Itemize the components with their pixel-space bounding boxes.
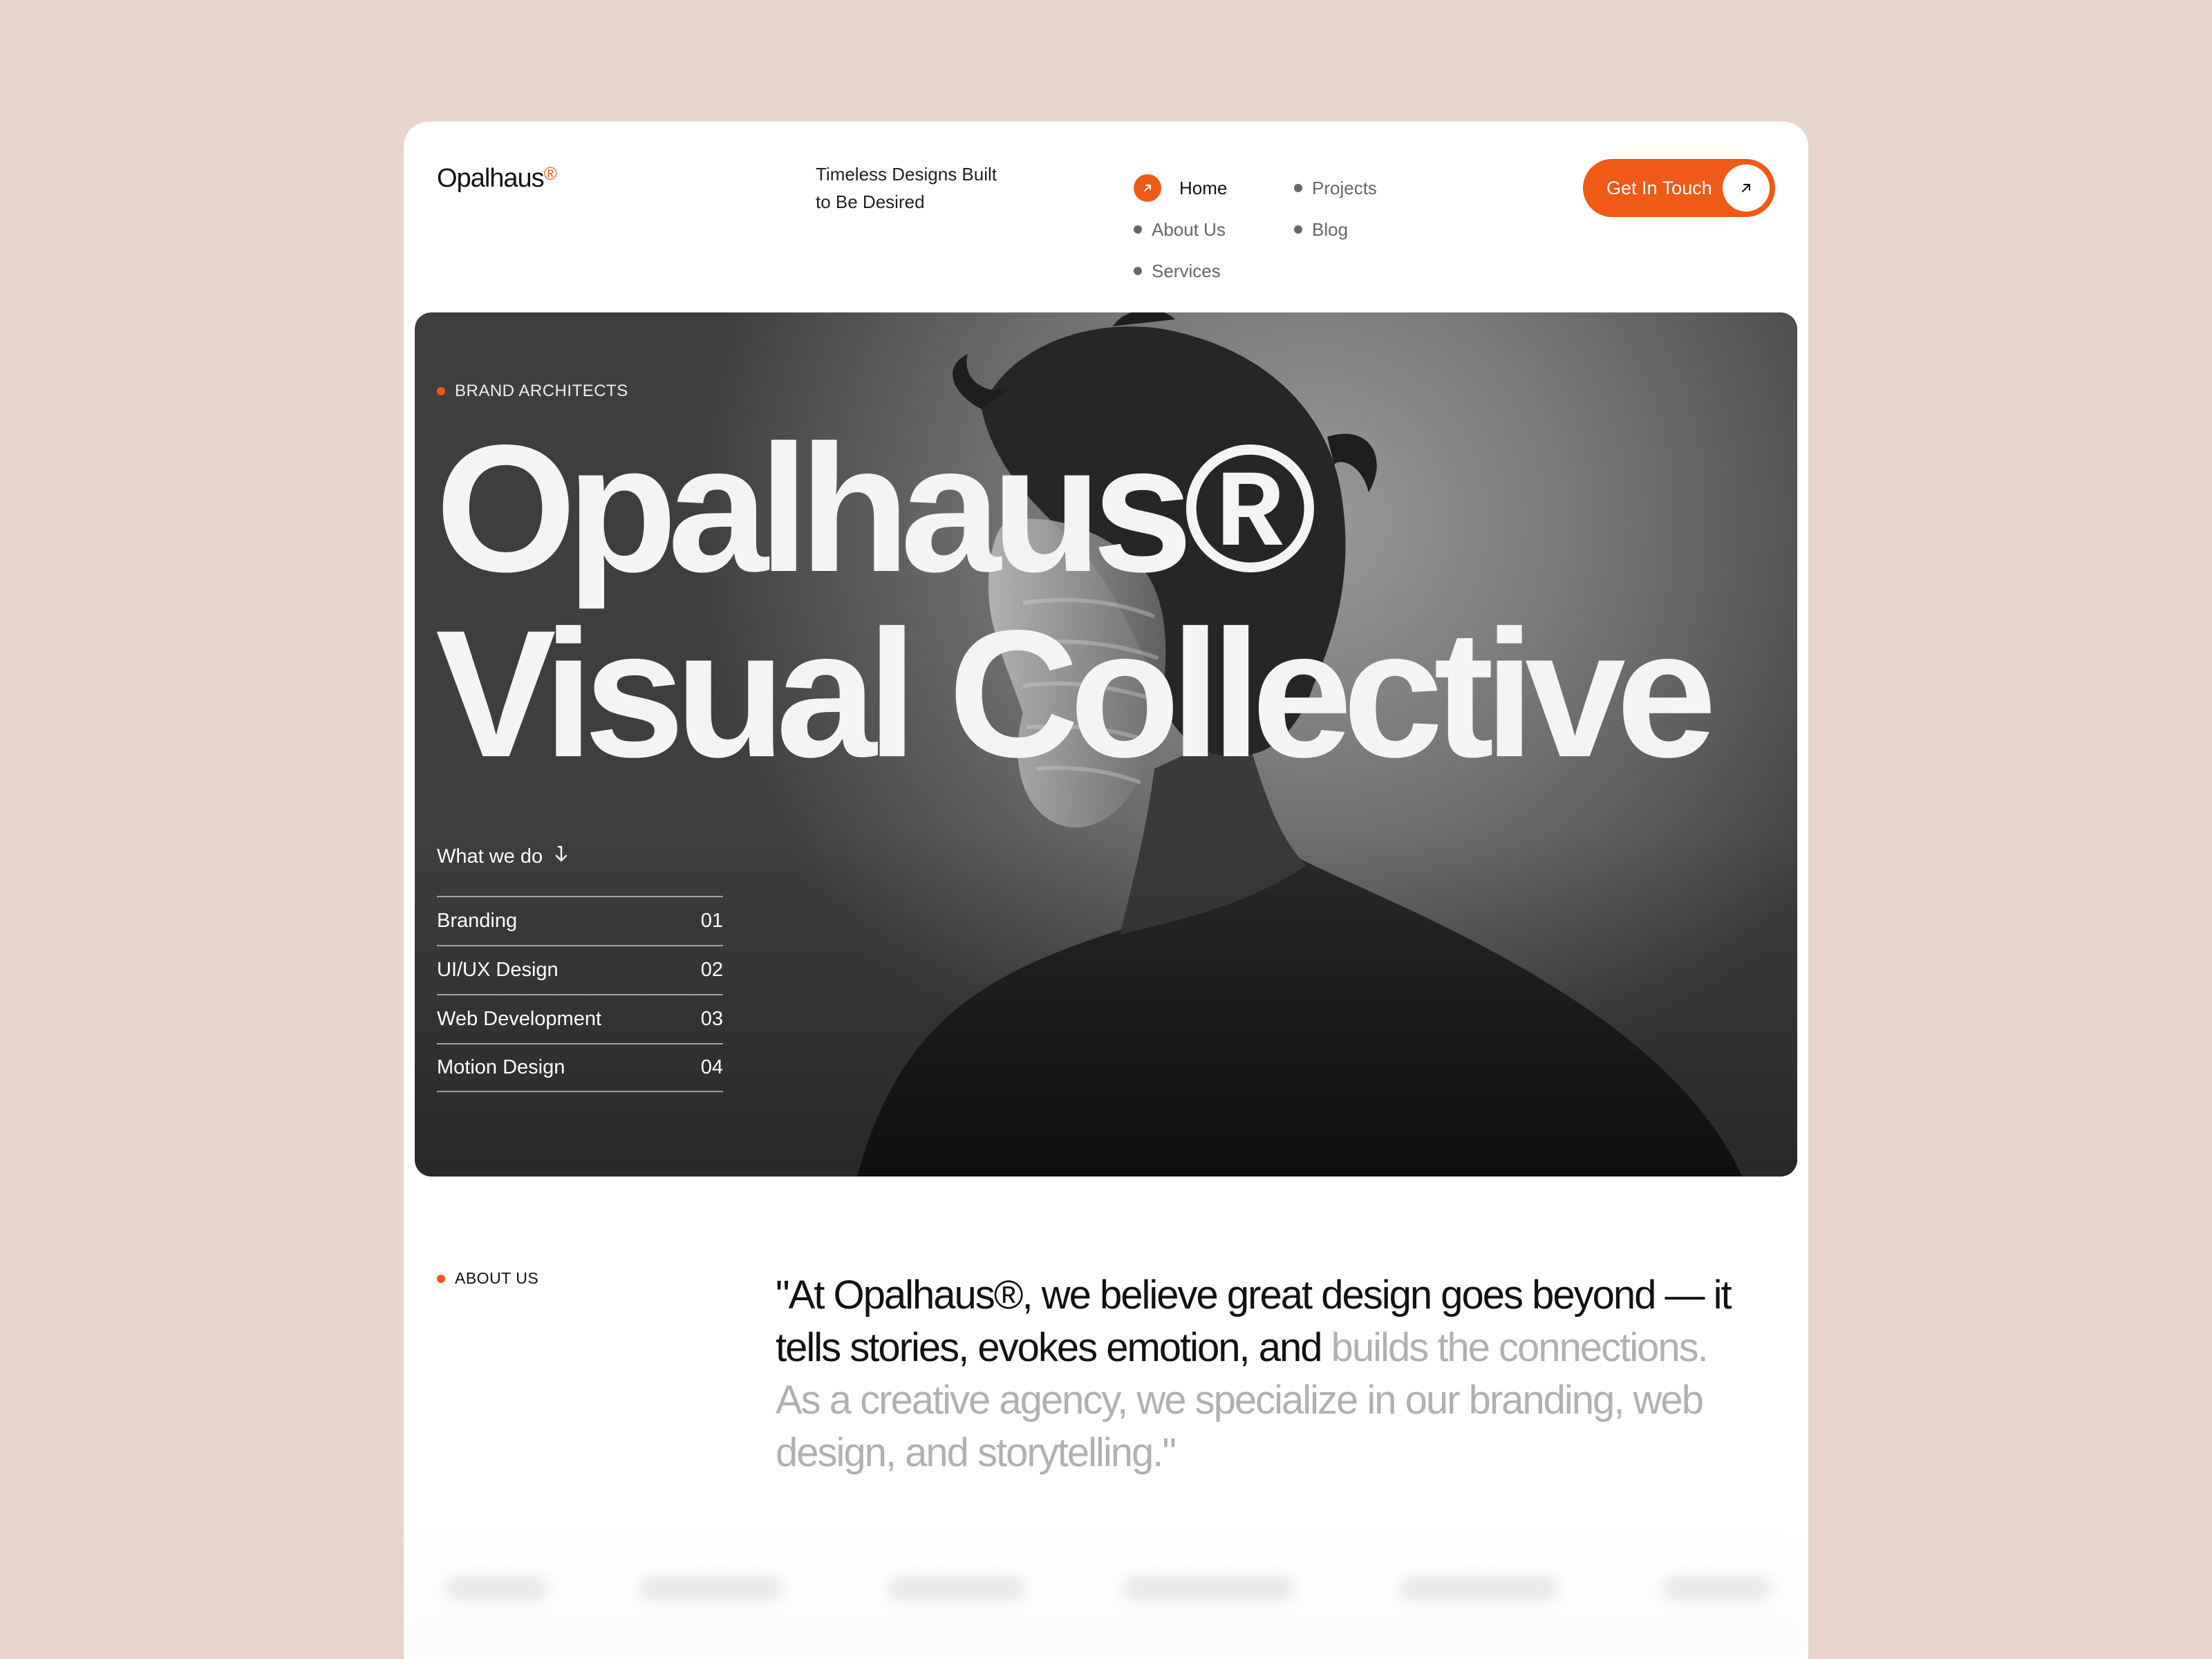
about-section-label: ABOUT US: [437, 1269, 538, 1288]
hero-eyebrow-text: BRAND ARCHITECTS: [455, 382, 628, 400]
brand-logo[interactable]: Opalhaus®: [437, 163, 557, 194]
service-number: 03: [700, 1008, 723, 1030]
what-we-do-heading[interactable]: What we do: [437, 845, 723, 868]
service-number: 04: [700, 1056, 723, 1078]
get-in-touch-button[interactable]: Get In Touch: [1583, 159, 1775, 217]
service-row-motion-design[interactable]: Motion Design 04: [437, 1043, 723, 1092]
nav-item-services[interactable]: Services: [1134, 250, 1294, 292]
bullet-icon: [1294, 225, 1302, 234]
header-tagline: Timeless Designs Built to Be Desired: [816, 160, 1023, 216]
service-name: Motion Design: [437, 1056, 565, 1078]
service-row-web-development[interactable]: Web Development 03: [437, 994, 723, 1043]
brand-logo-text: Opalhaus: [437, 164, 545, 193]
hero-eyebrow: BRAND ARCHITECTS: [437, 382, 628, 401]
tagline-line-2: to Be Desired: [816, 191, 925, 212]
hero-title-line-2: Visual Collective: [435, 592, 1717, 795]
services-list: What we do Branding 01 UI/UX Design 02 W…: [437, 845, 723, 1092]
brand-logo-mark: ®: [543, 163, 557, 184]
hero-section: BRAND ARCHITECTS Opalhaus® Visual Collec…: [415, 312, 1797, 1177]
nav-label: About Us: [1152, 218, 1226, 240]
nav-item-about-us[interactable]: About Us: [1134, 209, 1294, 250]
tagline-line-1: Timeless Designs Built: [816, 164, 997, 185]
service-name: UI/UX Design: [437, 959, 559, 981]
service-name: Web Development: [437, 1008, 602, 1030]
orange-dot-icon: [437, 387, 445, 395]
bullet-icon: [1134, 267, 1142, 275]
about-quote: "At Opalhaus®, we believe great design g…: [776, 1269, 1743, 1479]
hero-title-line-1: Opalhaus®: [435, 407, 1317, 610]
main-nav: Home Projects About Us Blog Services: [1134, 167, 1432, 292]
nav-label: Blog: [1312, 218, 1349, 240]
nav-label: Home: [1179, 177, 1228, 198]
arrow-up-right-icon: [1723, 165, 1770, 212]
bottom-fade-overlay: [404, 1497, 1808, 1659]
nav-item-home[interactable]: Home: [1134, 167, 1294, 209]
service-number: 01: [700, 910, 723, 932]
service-row-branding[interactable]: Branding 01: [437, 896, 723, 945]
about-label-text: ABOUT US: [455, 1269, 539, 1287]
service-row-ui-ux[interactable]: UI/UX Design 02: [437, 945, 723, 994]
cta-label: Get In Touch: [1606, 177, 1712, 198]
nav-item-blog[interactable]: Blog: [1294, 209, 1432, 250]
service-name: Branding: [437, 910, 518, 932]
arrow-up-right-icon: [1134, 174, 1161, 202]
nav-item-projects[interactable]: Projects: [1294, 167, 1432, 209]
orange-dot-icon: [437, 1274, 445, 1283]
what-we-do-text: What we do: [437, 845, 543, 868]
service-number: 02: [700, 959, 723, 981]
bullet-icon: [1294, 184, 1302, 192]
nav-label: Projects: [1312, 177, 1377, 198]
nav-label: Services: [1152, 260, 1221, 281]
page-card: Opalhaus® Timeless Designs Built to Be D…: [404, 122, 1808, 1659]
arrow-down-icon: [554, 845, 569, 868]
hero-title: Opalhaus® Visual Collective: [435, 407, 1717, 795]
bullet-icon: [1134, 225, 1142, 234]
